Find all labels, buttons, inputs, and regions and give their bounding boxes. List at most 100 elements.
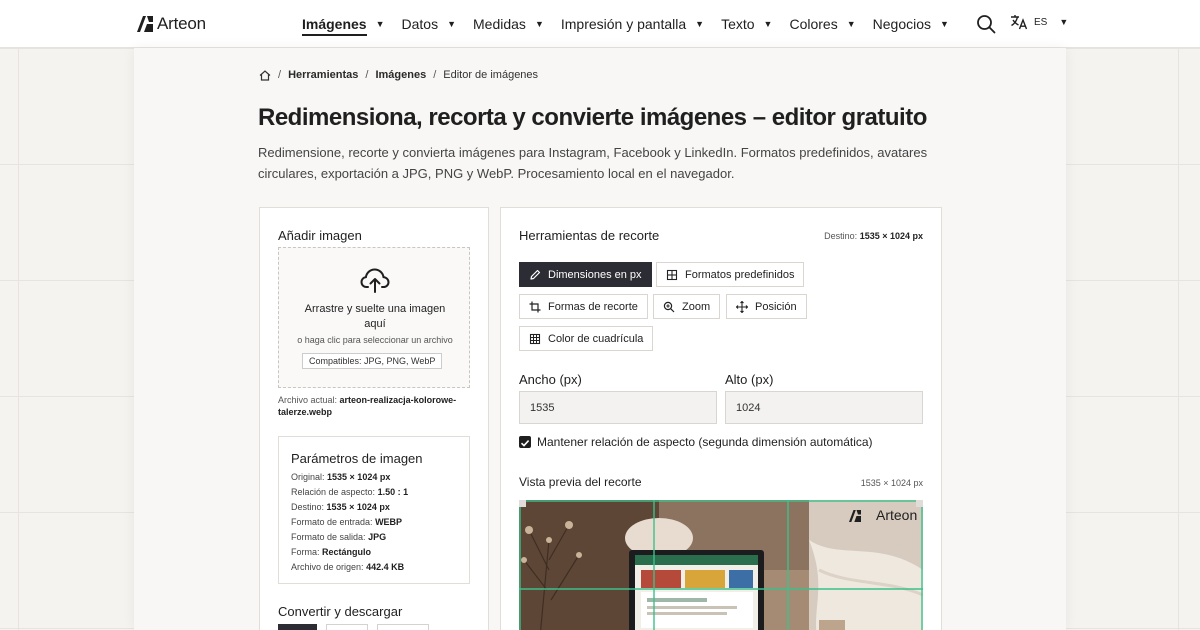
zoom-icon [663, 301, 675, 312]
nav-item-colores[interactable]: Colores ▼ [789, 12, 855, 36]
language-selector[interactable]: ES ▼ [1010, 14, 1068, 30]
preview-image [519, 500, 923, 630]
breadcrumb-herramientas[interactable]: Herramientas [288, 69, 358, 81]
nav-item-label: Imágenes [302, 12, 367, 36]
arteon-logo-icon [137, 16, 153, 32]
brand-logo[interactable]: Arteon [137, 14, 206, 34]
param-value: WEBP [375, 517, 403, 527]
preview-title: Vista previa del recorte [519, 475, 642, 489]
tool-grid-color-button[interactable]: Color de cuadrícula [519, 326, 654, 351]
crop-icon [529, 301, 541, 312]
upload-title: Añadir imagen [278, 228, 362, 243]
supported-formats-badge: Compatibles: JPG, PNG, WebP [302, 353, 443, 369]
param-value: 1.50 : 1 [377, 487, 409, 497]
param-row: Archivo de origen: 442.4 KB [291, 560, 408, 575]
caret-down-icon: ▼ [846, 19, 856, 29]
main-panel: / Herramientas / Imágenes / Editor de im… [134, 48, 1066, 630]
tool-label: Posición [755, 300, 797, 313]
brand-name: Arteon [157, 14, 206, 33]
params-list: Original: 1535 × 1024 px Relación de asp… [291, 470, 408, 575]
move-icon [736, 300, 748, 313]
format-png-button[interactable] [326, 624, 368, 630]
convert-title: Convertir y descargar [278, 604, 403, 619]
param-row: Formato de entrada: WEBP [291, 515, 408, 530]
top-navigation: Arteon Imágenes ▼ Datos ▼ Medidas ▼ Impr… [0, 0, 1200, 48]
width-label: Ancho (px) [519, 372, 582, 387]
param-value: Rectángulo [322, 547, 372, 557]
height-input[interactable] [725, 391, 923, 424]
tool-position-button[interactable]: Posición [726, 294, 807, 319]
nav-item-imagenes[interactable]: Imágenes ▼ [302, 12, 385, 36]
nav-item-negocios[interactable]: Negocios ▼ [873, 12, 949, 36]
param-row: Original: 1535 × 1024 px [291, 470, 408, 485]
breadcrumb-current: Editor de imágenes [443, 69, 539, 81]
breadcrumb-separator: / [278, 69, 282, 81]
param-value: JPG [368, 532, 387, 542]
cloud-upload-icon [360, 268, 390, 293]
nav-item-label: Datos [401, 16, 439, 32]
image-params-box: Parámetros de imagen Original: 1535 × 10… [278, 436, 470, 584]
nav-item-datos[interactable]: Datos ▼ [402, 12, 457, 36]
nav-item-impresion[interactable]: Impresión y pantalla ▼ [561, 12, 704, 36]
params-title: Parámetros de imagen [291, 451, 423, 466]
param-label: Formato de entrada: [291, 517, 373, 527]
grid-icon [666, 269, 678, 280]
format-jpg-button[interactable] [278, 624, 317, 630]
caret-down-icon: ▼ [1059, 17, 1069, 27]
breadcrumb: / Herramientas / Imágenes / Editor de im… [259, 69, 538, 81]
tool-label: Color de cuadrícula [548, 332, 644, 345]
tool-dimensions-button[interactable]: Dimensiones en px [519, 262, 652, 287]
caret-down-icon: ▼ [534, 19, 544, 29]
destination-info: Destino: 1535 × 1024 px [824, 231, 923, 241]
crop-tools-title: Herramientas de recorte [519, 228, 660, 243]
tool-crop-shapes-button[interactable]: Formas de recorte [519, 294, 648, 319]
width-input[interactable] [519, 391, 717, 424]
tool-label: Zoom [682, 300, 711, 313]
check-icon [520, 440, 530, 447]
keep-ratio-checkbox[interactable] [519, 436, 531, 448]
dropzone-main-text: Arrastre y suelte una imagen aquí [304, 303, 446, 330]
caret-down-icon: ▼ [763, 19, 773, 29]
home-icon[interactable] [259, 69, 271, 81]
page-title: Redimensiona, recorta y convierte imágen… [258, 104, 927, 131]
height-label: Alto (px) [725, 372, 774, 387]
search-icon[interactable] [976, 14, 996, 34]
current-file-label: Archivo actual: [278, 395, 338, 405]
param-label: Original: [291, 472, 325, 482]
preview-size: 1535 × 1024 px [860, 478, 923, 488]
destination-value: 1535 × 1024 px [859, 231, 923, 241]
breadcrumb-separator: / [365, 69, 369, 81]
param-label: Relación de aspecto: [291, 487, 376, 497]
destination-label: Destino: [824, 231, 858, 241]
nav-item-label: Colores [789, 16, 838, 32]
param-row: Destino: 1535 × 1024 px [291, 500, 408, 515]
tool-zoom-button[interactable]: Zoom [653, 294, 721, 319]
caret-down-icon: ▼ [940, 19, 949, 29]
caret-down-icon: ▼ [447, 19, 457, 29]
crop-tools-card: Herramientas de recorte Destino: 1535 × … [500, 207, 942, 630]
nav-item-label: Medidas [473, 16, 526, 32]
format-webp-button[interactable] [377, 624, 429, 630]
crop-preview[interactable]: Arteon [519, 500, 923, 630]
breadcrumb-separator: / [433, 69, 437, 81]
translate-icon [1011, 15, 1028, 30]
image-dropzone[interactable]: Arrastre y suelte una imagen aquí o haga… [278, 247, 470, 388]
nav-item-medidas[interactable]: Medidas ▼ [473, 12, 544, 36]
param-value: 442.4 KB [366, 562, 405, 572]
nav-item-label: Impresión y pantalla [560, 16, 687, 32]
nav-item-label: Negocios [872, 16, 932, 32]
tool-label: Dimensiones en px [548, 268, 642, 281]
caret-down-icon: ▼ [695, 19, 705, 29]
language-code: ES [1034, 16, 1048, 28]
tool-presets-button[interactable]: Formatos predefinidos [656, 262, 805, 287]
param-label: Archivo de origen: [291, 562, 364, 572]
param-label: Formato de salida: [291, 532, 366, 542]
nav-item-label: Texto [721, 16, 755, 32]
preview-watermark-text: Arteon [876, 507, 918, 523]
breadcrumb-imagenes[interactable]: Imágenes [375, 69, 426, 81]
param-row: Formato de salida: JPG [291, 530, 408, 545]
caret-down-icon: ▼ [375, 19, 385, 29]
main-nav: Imágenes ▼ Datos ▼ Medidas ▼ Impresión y… [302, 0, 966, 48]
nav-item-texto[interactable]: Texto ▼ [721, 12, 772, 36]
param-value: 1535 × 1024 px [326, 502, 390, 512]
